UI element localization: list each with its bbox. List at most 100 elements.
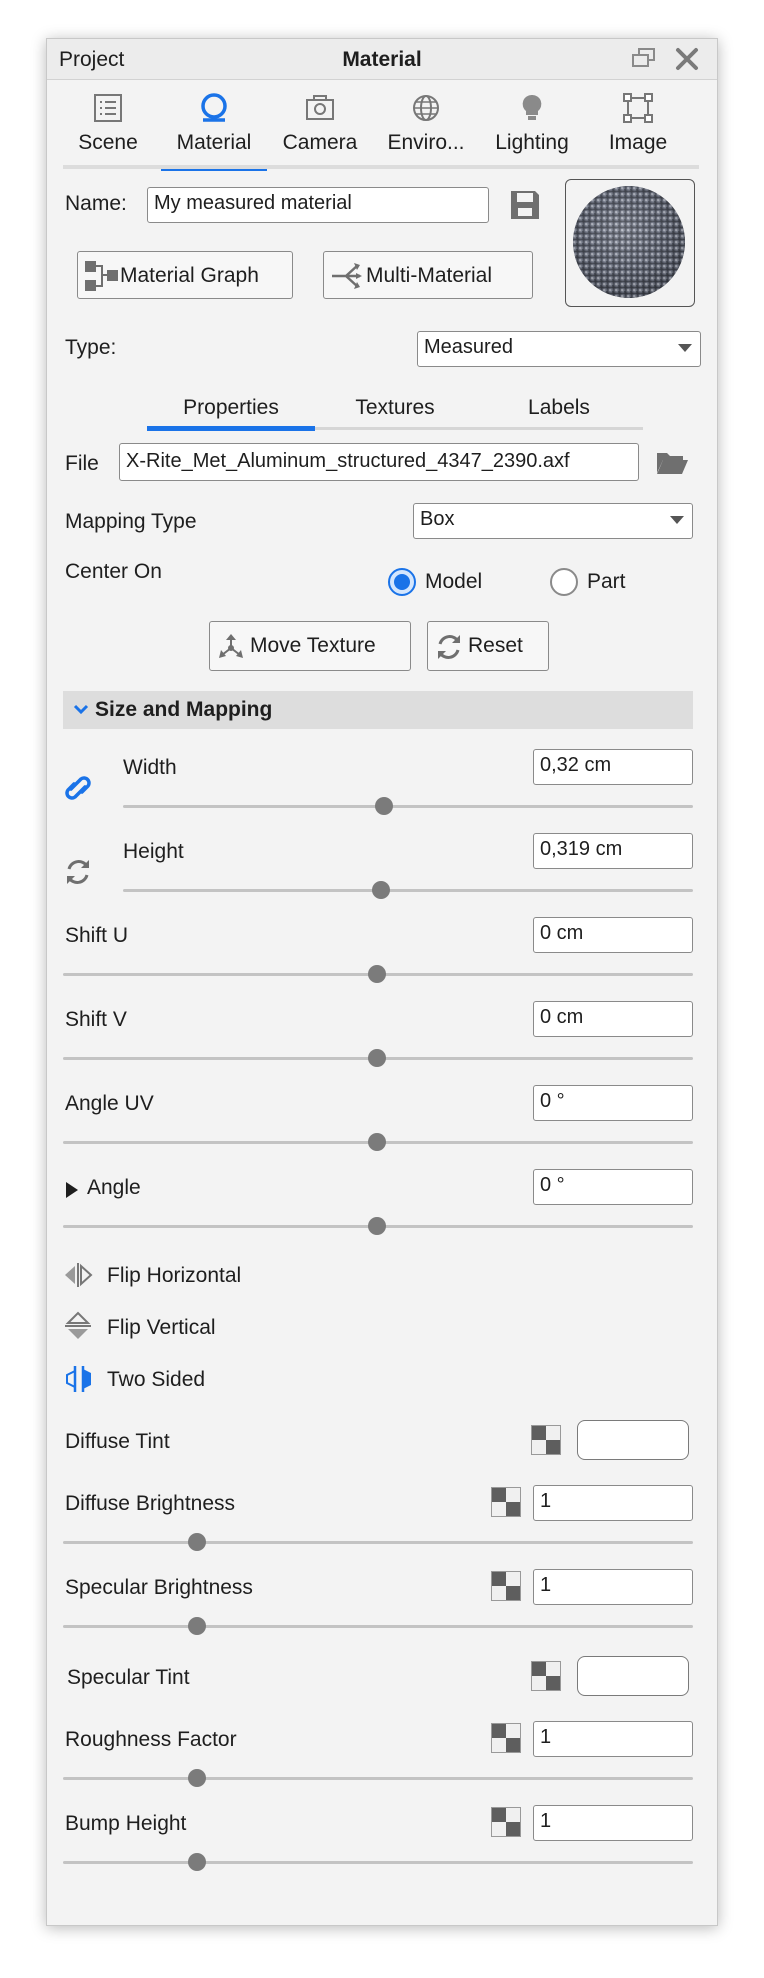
specular-brightness-slider-knob[interactable] [188, 1617, 206, 1635]
angle-uv-slider-knob[interactable] [368, 1133, 386, 1151]
triangle-right-icon[interactable] [65, 1181, 79, 1199]
flip-horizontal-label[interactable]: Flip Horizontal [107, 1263, 241, 1289]
refresh-icon [438, 635, 460, 659]
height-field[interactable]: 0,319 cm [533, 833, 693, 869]
angle-uv-label: Angle UV [65, 1092, 154, 1115]
material-graph-icon [85, 261, 118, 291]
tab-label: Image [608, 131, 668, 154]
width-label: Width [123, 756, 177, 779]
lighting-icon [522, 94, 542, 120]
tab-material[interactable]: Material [161, 91, 267, 171]
tab-label: Material [176, 131, 252, 154]
flip-horizontal-icon[interactable] [63, 1261, 93, 1289]
subtab-labels[interactable]: Labels [475, 395, 643, 421]
bump-height-field[interactable]: 1 [533, 1805, 693, 1841]
multi-material-button[interactable]: Multi-Material [323, 251, 533, 299]
bump-height-slider-track[interactable] [63, 1861, 693, 1864]
specular-brightness-slider-track[interactable] [63, 1625, 693, 1628]
height-label: Height [123, 840, 184, 863]
tab-scene[interactable]: Scene [55, 91, 161, 161]
image-icon [623, 93, 653, 123]
specular-tint-texture-icon[interactable] [531, 1661, 561, 1691]
diffuse-tint-texture-icon[interactable] [531, 1425, 561, 1455]
width-slider-knob[interactable] [375, 797, 393, 815]
file-path-field[interactable]: X-Rite_Met_Aluminum_structured_4347_2390… [119, 443, 639, 481]
specular-brightness-label: Specular Brightness [65, 1576, 253, 1599]
two-sided-icon[interactable] [63, 1363, 95, 1395]
multi-material-label: Multi-Material [366, 264, 493, 287]
name-field[interactable]: My measured material [147, 187, 489, 223]
specular-tint-color-swatch[interactable] [577, 1656, 689, 1696]
diffuse-brightness-slider-track[interactable] [63, 1541, 693, 1544]
part-radio-label[interactable]: Part [587, 569, 626, 595]
tab-lighting[interactable]: Lighting [479, 91, 585, 161]
roughness-slider-knob[interactable] [188, 1769, 206, 1787]
diffuse-brightness-field[interactable]: 1 [533, 1485, 693, 1521]
diffuse-brightness-texture-icon[interactable] [491, 1487, 521, 1517]
angle-field[interactable]: 0 ° [533, 1169, 693, 1205]
diffuse-brightness-slider-knob[interactable] [188, 1533, 206, 1551]
specular-brightness-field[interactable]: 1 [533, 1569, 693, 1605]
link-icon[interactable] [63, 771, 93, 805]
move-texture-button[interactable]: Move Texture [209, 621, 411, 671]
bump-height-slider-knob[interactable] [188, 1853, 206, 1871]
flip-vertical-icon[interactable] [63, 1311, 93, 1341]
specular-brightness-texture-icon[interactable] [491, 1571, 521, 1601]
shift-u-slider-knob[interactable] [368, 965, 386, 983]
material-preview[interactable] [565, 179, 695, 307]
bump-height-label: Bump Height [65, 1812, 187, 1835]
active-subtab-indicator [147, 426, 315, 431]
model-radio-label[interactable]: Model [425, 569, 482, 595]
tab-environment[interactable]: Enviro... [373, 91, 479, 161]
bump-height-texture-icon[interactable] [491, 1807, 521, 1837]
roughness-factor-field[interactable]: 1 [533, 1721, 693, 1757]
angle-slider-knob[interactable] [368, 1217, 386, 1235]
roughness-slider-track[interactable] [63, 1777, 693, 1780]
size-and-mapping-header[interactable]: Size and Mapping [63, 691, 693, 729]
close-icon[interactable] [675, 47, 699, 71]
reset-button[interactable]: Reset [427, 621, 549, 671]
two-sided-label[interactable]: Two Sided [107, 1367, 205, 1393]
shift-v-slider-knob[interactable] [368, 1049, 386, 1067]
restore-window-icon[interactable] [631, 47, 657, 69]
tab-camera[interactable]: Camera [267, 91, 373, 161]
width-slider-track[interactable] [123, 805, 693, 808]
title-bar: Project Material [47, 39, 717, 80]
mapping-type-select[interactable]: Box [413, 503, 693, 539]
file-label: File [65, 452, 99, 475]
multi-material-icon [332, 263, 362, 289]
center-on-label: Center On [65, 560, 162, 583]
subtab-textures[interactable]: Textures [315, 395, 475, 421]
chevron-down-icon [670, 516, 684, 524]
folder-open-icon[interactable] [655, 447, 689, 477]
center-on-model-radio[interactable] [387, 567, 417, 602]
type-select[interactable]: Measured [417, 331, 701, 367]
shift-v-label: Shift V [65, 1008, 127, 1031]
diffuse-tint-label: Diffuse Tint [65, 1430, 170, 1453]
save-icon[interactable] [509, 189, 541, 221]
sync-icon[interactable] [63, 857, 93, 887]
center-on-part-radio[interactable] [549, 567, 579, 602]
scene-icon [94, 94, 122, 122]
flip-vertical-label[interactable]: Flip Vertical [107, 1315, 216, 1341]
height-slider-track[interactable] [123, 889, 693, 892]
type-label: Type: [65, 336, 117, 359]
subtab-properties[interactable]: Properties [147, 395, 315, 421]
material-graph-button[interactable]: Material Graph [77, 251, 293, 299]
material-preview-sphere [573, 186, 685, 298]
tab-strip-divider [63, 165, 699, 169]
width-field[interactable]: 0,32 cm [533, 749, 693, 785]
height-slider-knob[interactable] [372, 881, 390, 899]
diffuse-tint-color-swatch[interactable] [577, 1420, 689, 1460]
material-icon [201, 93, 227, 122]
shift-u-field[interactable]: 0 cm [533, 917, 693, 953]
roughness-texture-icon[interactable] [491, 1723, 521, 1753]
specular-tint-label: Specular Tint [67, 1666, 190, 1689]
tab-image[interactable]: Image [585, 91, 691, 161]
angle-uv-field[interactable]: 0 ° [533, 1085, 693, 1121]
chevron-down-icon [678, 344, 692, 352]
shift-u-label: Shift U [65, 924, 129, 947]
camera-icon [306, 95, 334, 120]
shift-v-field[interactable]: 0 cm [533, 1001, 693, 1037]
material-panel: Project Material Scene Material Camera E… [46, 38, 718, 1926]
